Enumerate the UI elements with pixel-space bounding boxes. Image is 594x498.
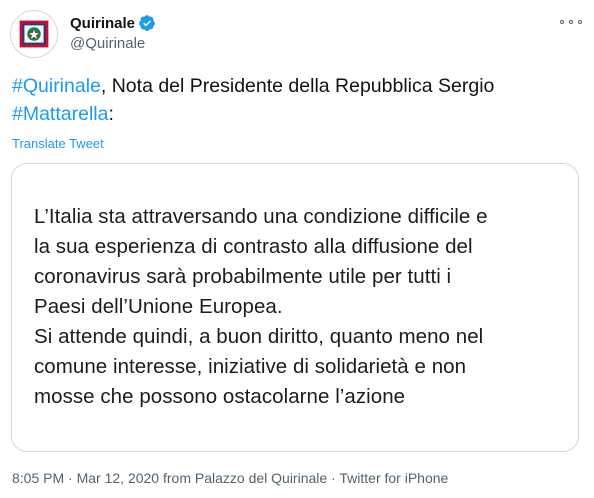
- meta-separator: ·: [64, 470, 77, 486]
- hashtag-quirinale[interactable]: #Quirinale: [12, 75, 101, 97]
- avatar[interactable]: [10, 10, 58, 58]
- tweet-time[interactable]: 8:05 PM: [12, 470, 64, 486]
- verified-badge-icon: [138, 14, 156, 32]
- tweet-text: #Quirinale, Nota del Presidente della Re…: [12, 72, 582, 128]
- statement-line: coronavirus sarà probabilmente utile per…: [34, 265, 452, 288]
- more-dot-icon: [560, 20, 564, 24]
- translate-tweet-link[interactable]: Translate Tweet: [12, 136, 104, 151]
- tweet-header: Quirinale @Quirinale: [10, 10, 582, 62]
- tweet-image[interactable]: L’Italia sta attraversando una condizion…: [11, 163, 579, 452]
- image-statement-text: L’Italia sta attraversando una condizion…: [34, 202, 564, 412]
- more-options-icon[interactable]: [560, 16, 582, 28]
- tweet-location[interactable]: Palazzo del Quirinale: [195, 470, 327, 486]
- statement-line: mosse che possono ostacolarne l’azione: [34, 385, 406, 408]
- account-names: Quirinale @Quirinale: [70, 10, 156, 54]
- tweet-metadata: 8:05 PM · Mar 12, 2020 from Palazzo del …: [12, 470, 448, 486]
- tweet-text-part-2: :: [108, 103, 114, 125]
- hashtag-mattarella[interactable]: #Mattarella: [12, 103, 108, 125]
- presidential-emblem-icon: [11, 11, 57, 57]
- statement-line: Paesi dell’Unione Europea.: [34, 295, 283, 318]
- tweet-source[interactable]: Twitter for iPhone: [339, 470, 448, 486]
- tweet-date[interactable]: Mar 12, 2020: [77, 470, 160, 486]
- display-name[interactable]: Quirinale: [70, 15, 135, 32]
- account-handle[interactable]: @Quirinale: [70, 34, 156, 54]
- statement-line: la sua esperienza di contrasto alla diff…: [34, 235, 473, 258]
- tweet-text-part-1: , Nota del Presidente della Repubblica S…: [100, 75, 495, 97]
- more-dot-icon: [569, 20, 573, 24]
- statement-line: comune interesse, iniziative di solidari…: [34, 355, 467, 378]
- meta-separator: ·: [327, 470, 340, 486]
- statement-line: Si attende quindi, a buon diritto, quant…: [34, 325, 484, 348]
- statement-line: L’Italia sta attraversando una condizion…: [34, 205, 488, 228]
- from-prefix: from: [159, 470, 195, 486]
- name-row: Quirinale: [70, 12, 156, 34]
- more-dot-icon: [578, 20, 582, 24]
